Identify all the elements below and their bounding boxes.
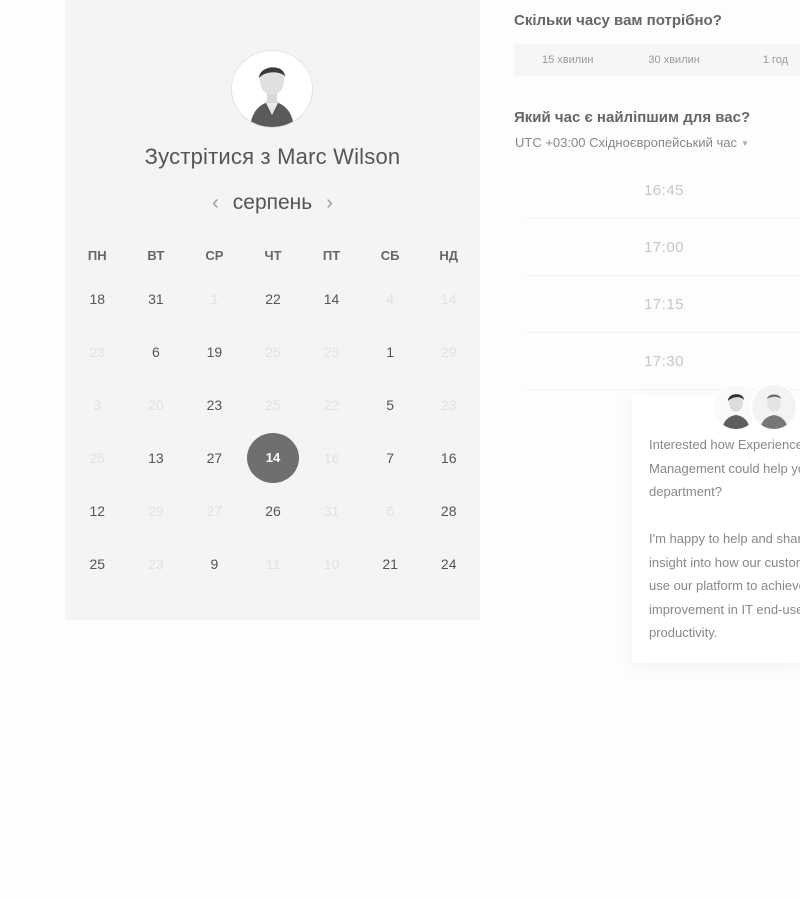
weekday-label: НД bbox=[439, 248, 459, 263]
calendar-day-unavailable: 25 bbox=[265, 396, 281, 413]
calendar-day[interactable]: 9 bbox=[185, 556, 244, 572]
host-avatar bbox=[232, 51, 312, 127]
time-slot-label: 17:00 bbox=[643, 239, 685, 256]
time-question: Який час є найліпшим для вас? bbox=[514, 109, 751, 126]
calendar-day[interactable]: 18 bbox=[68, 291, 127, 307]
calendar-day[interactable]: 12 bbox=[68, 503, 127, 519]
calendar-day-unavailable: 25 bbox=[265, 343, 281, 360]
calendar-day[interactable]: 21 bbox=[361, 556, 420, 572]
calendar-day[interactable]: 16 bbox=[419, 450, 478, 466]
chevron-left-icon[interactable]: ‹ bbox=[212, 192, 219, 215]
calendar-day[interactable]: 23 bbox=[185, 397, 244, 413]
calendar-week-row: 3 20 23 25 22 5 23 bbox=[65, 378, 480, 431]
chat-text-line: department? bbox=[649, 484, 722, 499]
timezone-value: UTC +03:00 Східноєвропейський час bbox=[515, 135, 737, 150]
calendar-day[interactable]: 28 bbox=[419, 503, 478, 519]
calendar-day-unavailable: 16 bbox=[323, 449, 340, 466]
time-slot[interactable]: 17:00 bbox=[514, 226, 800, 276]
calendar-day-unavailable: 29 bbox=[148, 502, 164, 519]
calendar-week-row: 12 29 27 26 31 6 28 bbox=[65, 484, 480, 537]
time-slot-label: 16:45 bbox=[643, 182, 685, 199]
calendar-day[interactable]: 13 bbox=[127, 450, 186, 466]
calendar-day-unavailable: 20 bbox=[148, 396, 164, 413]
duration-option-15[interactable]: 15 хвилин bbox=[542, 54, 593, 66]
time-slot[interactable]: 17:30 bbox=[514, 340, 800, 390]
chat-text-line: Management could help your bbox=[649, 460, 800, 476]
time-slot[interactable]: 17:15 bbox=[514, 283, 800, 333]
chat-text-line: improvement in IT end-user bbox=[649, 601, 800, 617]
calendar-day-unavailable: 29 bbox=[440, 343, 457, 360]
calendar-day-unavailable: 10 bbox=[323, 555, 340, 572]
calendar-day[interactable]: 19 bbox=[185, 344, 244, 360]
scheduler-card: Зустрітися з Marc Wilson ‹ серпень › ПН В… bbox=[65, 0, 480, 620]
calendar-day-unavailable: 1 bbox=[210, 290, 219, 307]
chat-text-line: Interested how Experience bbox=[649, 437, 800, 452]
calendar-day-unavailable: 23 bbox=[89, 343, 106, 360]
calendar-day-unavailable: 27 bbox=[206, 502, 223, 519]
chat-avatars bbox=[712, 383, 800, 431]
calendar-day-unavailable: 25 bbox=[323, 343, 340, 360]
divider bbox=[524, 218, 800, 219]
calendar-day-unavailable: 14 bbox=[440, 290, 457, 307]
calendar-day[interactable]: 14 bbox=[302, 291, 361, 307]
chat-text-line: insight into how our customers bbox=[649, 554, 800, 570]
time-slot[interactable]: 16:45 bbox=[514, 169, 800, 219]
calendar-day[interactable]: 1 bbox=[361, 344, 420, 360]
duration-option-60[interactable]: 1 год bbox=[763, 54, 788, 66]
calendar-week-row: 18 31 1 22 14 4 14 bbox=[65, 272, 480, 325]
divider bbox=[524, 275, 800, 276]
weekday-label: ПТ bbox=[322, 248, 341, 263]
weekday-label: СР bbox=[205, 248, 224, 263]
chat-text-line: I'm happy to help and share bbox=[649, 531, 800, 546]
calendar-day[interactable]: 25 bbox=[68, 556, 127, 572]
divider bbox=[524, 332, 800, 333]
calendar-day[interactable]: 22 bbox=[244, 291, 303, 307]
agent-avatar bbox=[750, 383, 798, 431]
calendar-day[interactable]: 7 bbox=[361, 450, 420, 466]
calendar-day[interactable]: 31 bbox=[127, 291, 186, 307]
duration-selector: 15 хвилин 30 хвилин 1 год bbox=[514, 44, 800, 76]
calendar-day-unavailable: 23 bbox=[148, 555, 164, 572]
weekday-label: СБ bbox=[380, 248, 400, 263]
calendar-day[interactable]: 6 bbox=[127, 344, 186, 360]
weekday-label: ВТ bbox=[147, 248, 165, 263]
chevron-right-icon[interactable]: › bbox=[326, 192, 333, 215]
weekday-label: ЧТ bbox=[264, 248, 282, 263]
calendar-day-selected[interactable]: 14 bbox=[246, 432, 299, 483]
calendar-week-row: 25 13 27 14 16 7 16 bbox=[65, 431, 480, 484]
calendar-day-unavailable: 22 bbox=[323, 396, 340, 413]
calendar-day-unavailable: 11 bbox=[265, 555, 281, 572]
caret-down-icon: ▼ bbox=[740, 139, 749, 149]
meeting-title: Зустрітися з Marc Wilson bbox=[144, 144, 401, 169]
time-slot-label: 17:15 bbox=[643, 296, 685, 313]
calendar-week-row: 23 6 19 25 25 1 29 bbox=[65, 325, 480, 378]
month-navigation: ‹ серпень › bbox=[65, 188, 480, 218]
calendar-grid: ПН ВТ СР ЧТ ПТ СБ НД 18 31 1 22 14 4 14 23 6 19 25 25 1 29 3… bbox=[65, 240, 480, 590]
calendar-day-unavailable: 4 bbox=[386, 290, 395, 307]
calendar-day-unavailable: 31 bbox=[323, 502, 340, 519]
duration-option-30[interactable]: 30 хвилин bbox=[648, 54, 699, 66]
weekday-label: ПН bbox=[87, 248, 107, 263]
duration-question: Скільки часу вам потрібно? bbox=[514, 12, 722, 29]
chat-text-line: productivity. bbox=[649, 625, 718, 640]
timezone-select[interactable]: UTC +03:00 Східноєвропейський час ▼ bbox=[515, 135, 749, 150]
calendar-day[interactable]: 24 bbox=[419, 556, 478, 572]
month-label: серпень bbox=[232, 191, 313, 214]
calendar-day-unavailable: 25 bbox=[89, 449, 106, 466]
weekday-header: ПН ВТ СР ЧТ ПТ СБ НД bbox=[65, 240, 480, 272]
chat-text-line: use our platform to achieve bbox=[649, 578, 800, 593]
calendar-day-unavailable: 23 bbox=[440, 396, 457, 413]
time-slot-label: 17:30 bbox=[643, 353, 685, 370]
calendar-day-unavailable: 3 bbox=[93, 396, 102, 413]
calendar-day-unavailable: 6 bbox=[386, 502, 395, 519]
calendar-day[interactable]: 27 bbox=[185, 450, 244, 466]
chat-widget[interactable]: Interested how Experience Management coul… bbox=[632, 383, 800, 663]
calendar-day[interactable]: 26 bbox=[244, 503, 303, 519]
calendar-week-row: 25 23 9 11 10 21 24 bbox=[65, 537, 480, 590]
calendar-day[interactable]: 5 bbox=[361, 397, 420, 413]
